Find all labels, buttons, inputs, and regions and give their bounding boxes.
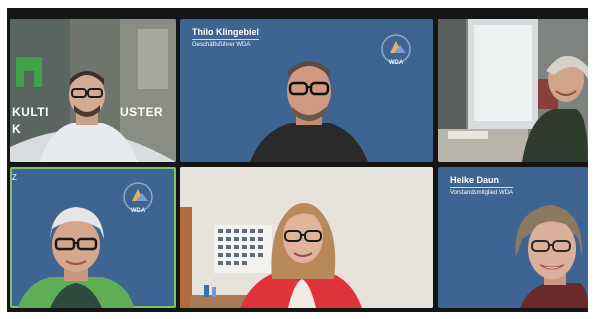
participant-video (180, 167, 433, 308)
participant-video (10, 19, 176, 162)
video-tile-3[interactable] (438, 19, 588, 162)
background-sign-text-2: K (12, 122, 22, 136)
video-tile-4-active[interactable]: Z WDA (10, 167, 176, 308)
participant-video (250, 61, 368, 162)
participant-video (515, 205, 588, 308)
video-tile-6[interactable]: Heike Daun Vorstandsmitglied WDA (438, 167, 588, 308)
background-sign-text: KULTI (12, 105, 49, 119)
participant-video (438, 19, 588, 162)
video-call-grid: KULTI K USTER Thilo Klingebiel Geschäfts… (7, 8, 588, 312)
background-sign-text-3: USTER (120, 105, 164, 119)
video-tile-2[interactable]: Thilo Klingebiel Geschäftsführer WDA WDA (180, 19, 433, 162)
video-tile-5[interactable] (180, 167, 433, 308)
video-tile-1[interactable]: KULTI K USTER (10, 19, 176, 162)
participant-video (18, 207, 134, 308)
